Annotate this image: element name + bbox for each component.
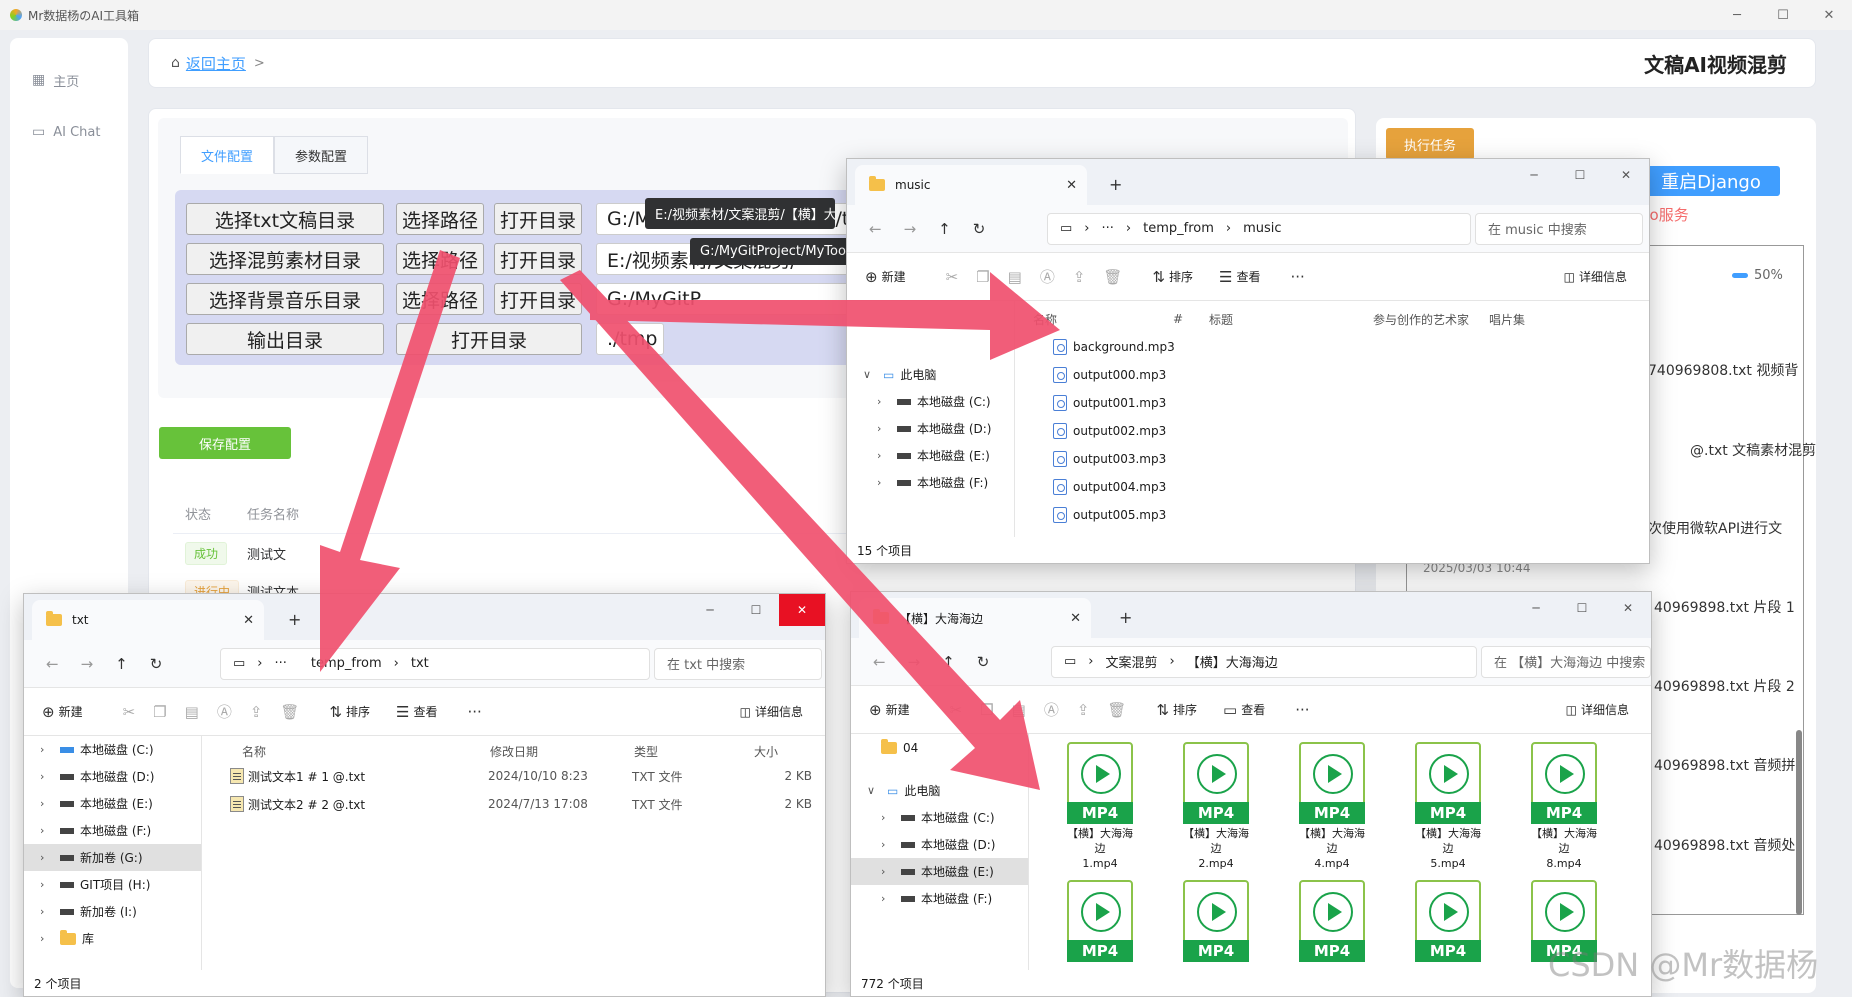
arrow-to-video [560, 270, 1040, 790]
watermark: CSDN @Mr数据杨 [1548, 946, 1819, 984]
arrow-to-txt [320, 250, 460, 672]
annotation-arrows [320, 250, 1060, 790]
arrow-to-music [590, 272, 1060, 360]
